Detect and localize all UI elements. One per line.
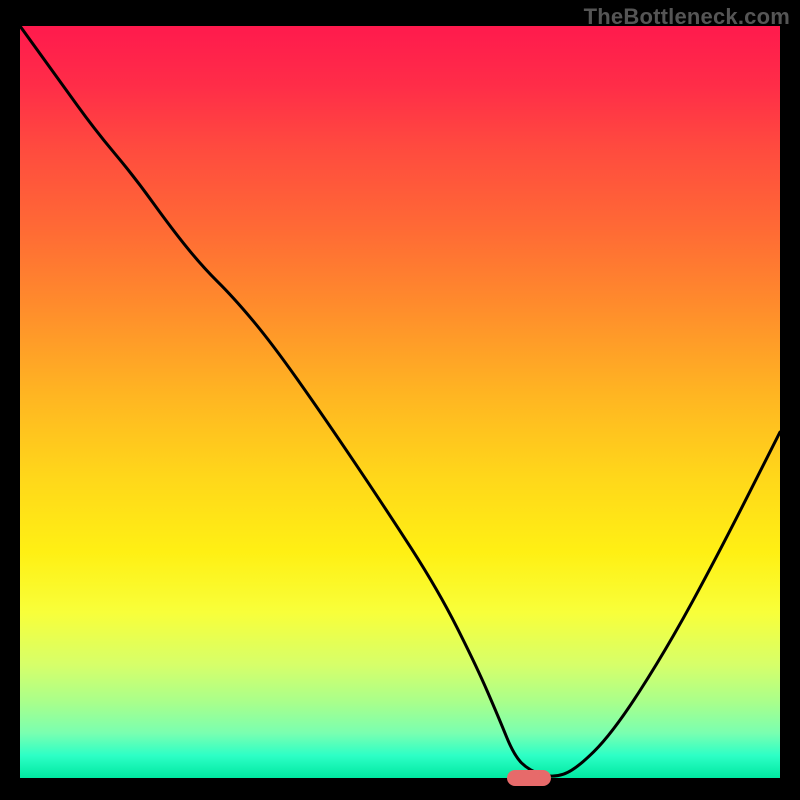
chart-frame: TheBottleneck.com [0,0,800,800]
plot-area [20,26,780,778]
watermark-text: TheBottleneck.com [584,4,790,30]
bottleneck-curve [20,26,780,778]
optimum-marker [507,770,551,786]
